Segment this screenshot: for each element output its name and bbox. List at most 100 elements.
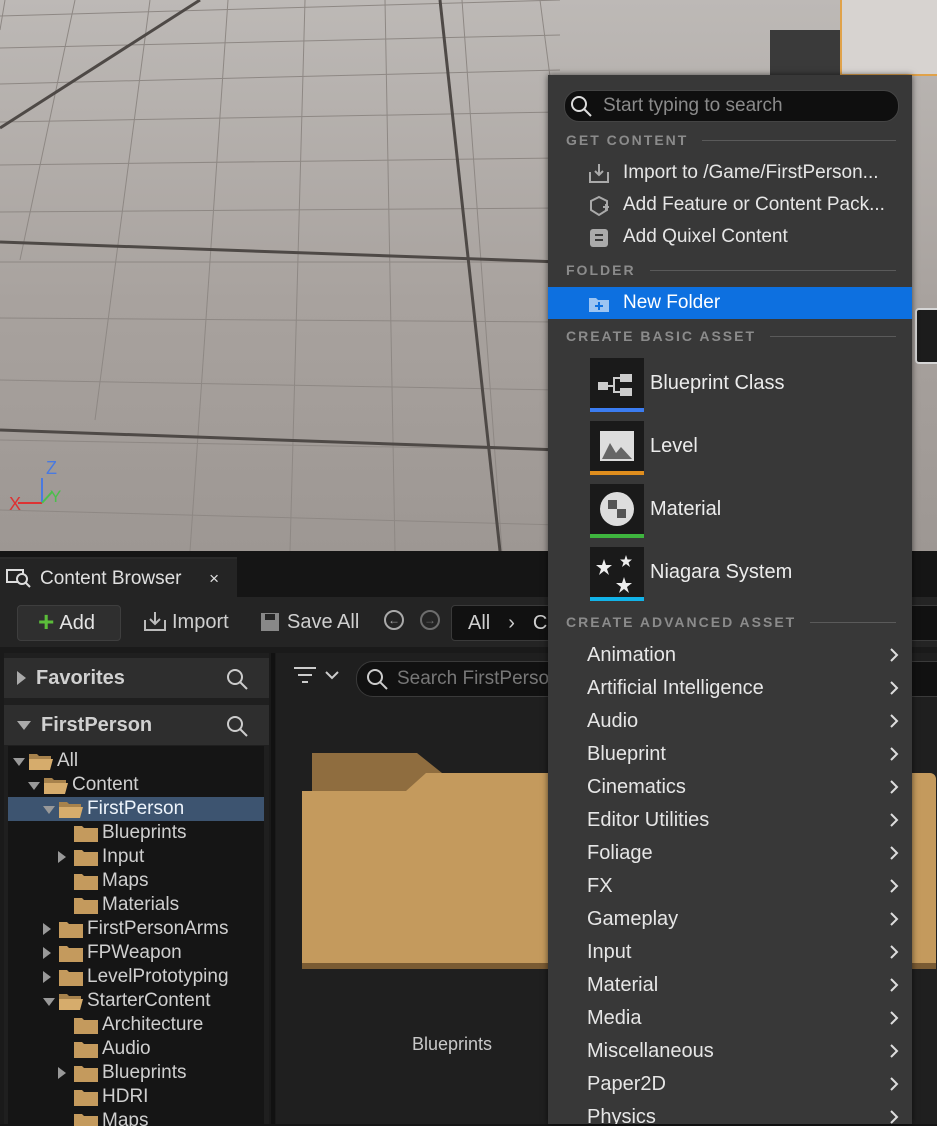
tree-item[interactable]: Blueprints — [8, 821, 264, 845]
blueprint-class-icon[interactable] — [590, 358, 644, 412]
tab-content-browser[interactable]: Content Browser × — [0, 557, 237, 599]
breadcrumb-all[interactable]: All — [468, 612, 490, 635]
chevron-right-icon — [890, 780, 899, 794]
panel-splitter[interactable] — [271, 653, 275, 1124]
save-icon — [261, 613, 279, 631]
section-title: FOLDER — [566, 262, 636, 278]
close-icon[interactable]: × — [209, 569, 219, 589]
back-icon[interactable]: ← — [384, 610, 404, 630]
chevron-down-icon[interactable] — [28, 782, 40, 790]
favorites-header[interactable]: Favorites — [4, 658, 269, 698]
tree-item[interactable]: Architecture — [8, 1013, 264, 1037]
chevron-right-icon[interactable] — [43, 947, 51, 959]
menu-item-quixel[interactable]: Add Quixel Content — [548, 221, 912, 253]
chevron-right-icon[interactable] — [58, 1067, 66, 1079]
section-basic-asset: CREATE BASIC ASSET — [566, 326, 896, 346]
advanced-asset-category[interactable]: Media — [548, 1002, 912, 1035]
basic-asset-label[interactable]: Level — [650, 435, 698, 458]
tree-item[interactable]: Audio — [8, 1037, 264, 1061]
forward-icon[interactable]: → — [420, 610, 440, 630]
advanced-asset-category[interactable]: Physics — [548, 1101, 912, 1124]
advanced-asset-category[interactable]: Paper2D — [548, 1068, 912, 1101]
menu-item-label: Import to /Game/FirstPerson... — [623, 162, 879, 183]
tree-item-label: Maps — [102, 870, 149, 891]
advanced-asset-category[interactable]: Audio — [548, 705, 912, 738]
advanced-asset-category[interactable]: Blueprint — [548, 738, 912, 771]
chevron-right-icon — [890, 648, 899, 662]
tree-item[interactable]: FPWeapon — [8, 941, 264, 965]
tree-item[interactable]: LevelPrototyping — [8, 965, 264, 989]
axis-x-label: X — [9, 494, 22, 514]
background-dialog-edge — [915, 308, 937, 364]
search-icon[interactable] — [225, 667, 249, 696]
chevron-down-icon[interactable] — [43, 998, 55, 1006]
category-label: Material — [587, 974, 659, 996]
tree-item[interactable]: Maps — [8, 1109, 264, 1126]
plus-icon: + — [38, 605, 55, 637]
menu-item-import[interactable]: Import to /Game/FirstPerson... — [548, 157, 912, 189]
menu-search-placeholder: Start typing to search — [603, 95, 783, 116]
tree-item[interactable]: HDRI — [8, 1085, 264, 1109]
import-button[interactable]: Import — [142, 605, 229, 639]
category-label: Gameplay — [587, 908, 679, 930]
advanced-asset-category[interactable]: Editor Utilities — [548, 804, 912, 837]
advanced-asset-category[interactable]: Material — [548, 969, 912, 1002]
tree-item[interactable]: Blueprints — [8, 1061, 264, 1085]
chevron-right-icon — [890, 813, 899, 827]
tree-item[interactable]: Materials — [8, 893, 264, 917]
folder-open-icon — [44, 778, 68, 794]
category-label: Physics — [587, 1106, 656, 1124]
basic-asset-label[interactable]: Material — [650, 498, 721, 521]
folder-open-icon — [29, 754, 53, 770]
tree-item[interactable]: All — [8, 749, 264, 773]
chevron-right-icon[interactable] — [58, 851, 66, 863]
save-all-button[interactable]: Save All — [259, 605, 359, 639]
basic-asset-label[interactable]: Niagara System — [650, 561, 792, 584]
advanced-asset-category[interactable]: Gameplay — [548, 903, 912, 936]
level-icon[interactable] — [590, 421, 644, 475]
tree-item-label: Blueprints — [102, 1062, 187, 1083]
tree-item[interactable]: StarterContent — [8, 989, 264, 1013]
breadcrumb-content[interactable]: C — [533, 612, 547, 635]
folder-icon — [74, 898, 98, 914]
chevron-down-icon[interactable] — [43, 806, 55, 814]
tree-item-label: All — [57, 750, 79, 771]
advanced-asset-category[interactable]: Foliage — [548, 837, 912, 870]
search-icon[interactable] — [225, 714, 249, 743]
project-header[interactable]: FirstPerson — [4, 705, 269, 745]
advanced-asset-category[interactable]: Input — [548, 936, 912, 969]
chevron-right-icon: › — [508, 611, 515, 634]
advanced-asset-category[interactable]: FX — [548, 870, 912, 903]
advanced-asset-category[interactable]: Miscellaneous — [548, 1035, 912, 1068]
tree-item[interactable]: Content — [8, 773, 264, 797]
chevron-right-icon — [17, 671, 26, 685]
tree-item-label: HDRI — [102, 1086, 149, 1107]
advanced-asset-category[interactable]: Cinematics — [548, 771, 912, 804]
tree-item[interactable]: FirstPersonArms — [8, 917, 264, 941]
chevron-right-icon[interactable] — [43, 923, 51, 935]
quixel-icon — [590, 229, 608, 247]
advanced-asset-category[interactable]: Animation — [548, 639, 912, 672]
asset-search-placeholder: Search FirstPerson — [397, 668, 560, 689]
filter-button[interactable] — [292, 665, 340, 685]
chevron-right-icon — [890, 978, 899, 992]
advanced-asset-category[interactable]: Artificial Intelligence — [548, 672, 912, 705]
menu-item-add-feature[interactable]: Add Feature or Content Pack... — [548, 189, 912, 221]
folder-icon — [74, 1042, 98, 1058]
menu-search-input[interactable]: Start typing to search — [564, 90, 899, 122]
menu-item-new-folder[interactable]: New Folder — [548, 287, 912, 319]
chevron-right-icon[interactable] — [43, 971, 51, 983]
tree-item[interactable]: Input — [8, 845, 264, 869]
material-icon[interactable] — [590, 484, 644, 538]
tree-item[interactable]: FirstPerson — [8, 797, 264, 821]
niagara-icon[interactable] — [590, 547, 644, 601]
basic-asset-label[interactable]: Blueprint Class — [650, 372, 785, 395]
section-get-content: GET CONTENT — [566, 130, 896, 150]
folder-icon — [74, 1090, 98, 1106]
import-icon — [589, 164, 609, 183]
add-button[interactable]: + Add — [17, 605, 121, 641]
tree-item[interactable]: Maps — [8, 869, 264, 893]
tree-item-label: FirstPerson — [87, 798, 185, 819]
tree-item-label: FirstPersonArms — [87, 918, 229, 939]
chevron-down-icon[interactable] — [13, 758, 25, 766]
